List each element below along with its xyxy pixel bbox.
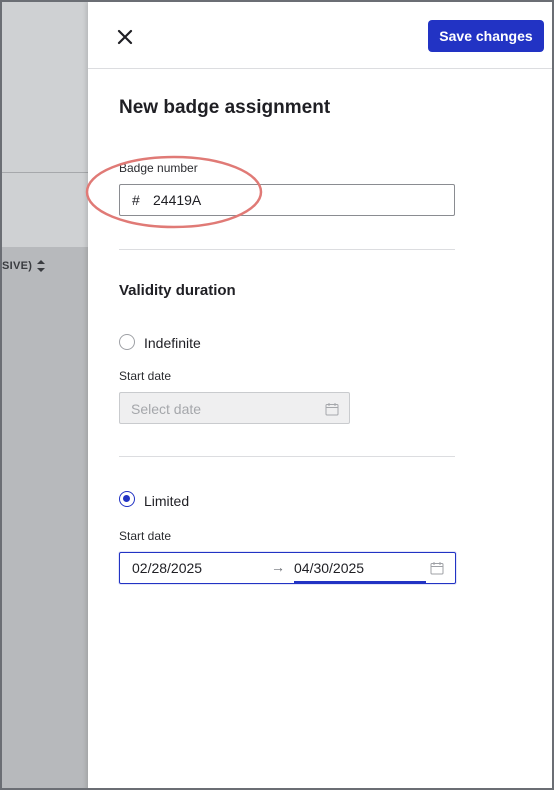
column-header-label: SIVE) bbox=[2, 260, 33, 272]
limited-start-date-label: Start date bbox=[119, 529, 172, 543]
range-start-date[interactable]: 02/28/2025 bbox=[132, 560, 202, 576]
start-date-placeholder: Select date bbox=[131, 401, 202, 417]
date-range-input[interactable]: 02/28/2025 → 04/30/2025 bbox=[119, 552, 456, 584]
badge-number-input[interactable]: # 24419A bbox=[119, 184, 455, 216]
limited-label[interactable]: Limited bbox=[144, 493, 189, 509]
section-divider bbox=[119, 249, 455, 250]
drawer-title: New badge assignment bbox=[119, 97, 331, 118]
save-changes-button[interactable]: Save changes bbox=[428, 20, 544, 52]
indefinite-label[interactable]: Indefinite bbox=[144, 335, 201, 351]
range-end-date[interactable]: 04/30/2025 bbox=[294, 560, 364, 576]
backdrop-toolbar bbox=[2, 2, 88, 172]
backdrop-table-header bbox=[2, 173, 88, 247]
sort-icon[interactable] bbox=[36, 258, 46, 274]
indefinite-start-date-input: Select date bbox=[119, 392, 350, 424]
badge-assignment-drawer: Save changes New badge assignment Badge … bbox=[88, 2, 552, 788]
section-divider bbox=[119, 456, 455, 457]
badge-number-value: 24419A bbox=[153, 192, 202, 208]
validity-duration-title: Validity duration bbox=[119, 282, 236, 299]
app-frame: SIVE) Save changes New badge assignment … bbox=[0, 0, 554, 790]
close-icon[interactable] bbox=[114, 26, 136, 48]
page-backdrop[interactable]: SIVE) bbox=[2, 2, 88, 788]
calendar-icon[interactable] bbox=[430, 561, 444, 575]
indefinite-radio[interactable] bbox=[119, 334, 135, 350]
range-arrow-icon: → bbox=[271, 559, 285, 575]
active-field-underline bbox=[294, 581, 426, 583]
limited-radio[interactable] bbox=[119, 491, 135, 507]
hash-prefix: # bbox=[132, 192, 140, 208]
badge-number-label: Badge number bbox=[119, 161, 198, 175]
indefinite-start-date-label: Start date bbox=[119, 369, 172, 383]
drawer-header: Save changes bbox=[88, 2, 552, 69]
calendar-icon bbox=[325, 403, 339, 416]
